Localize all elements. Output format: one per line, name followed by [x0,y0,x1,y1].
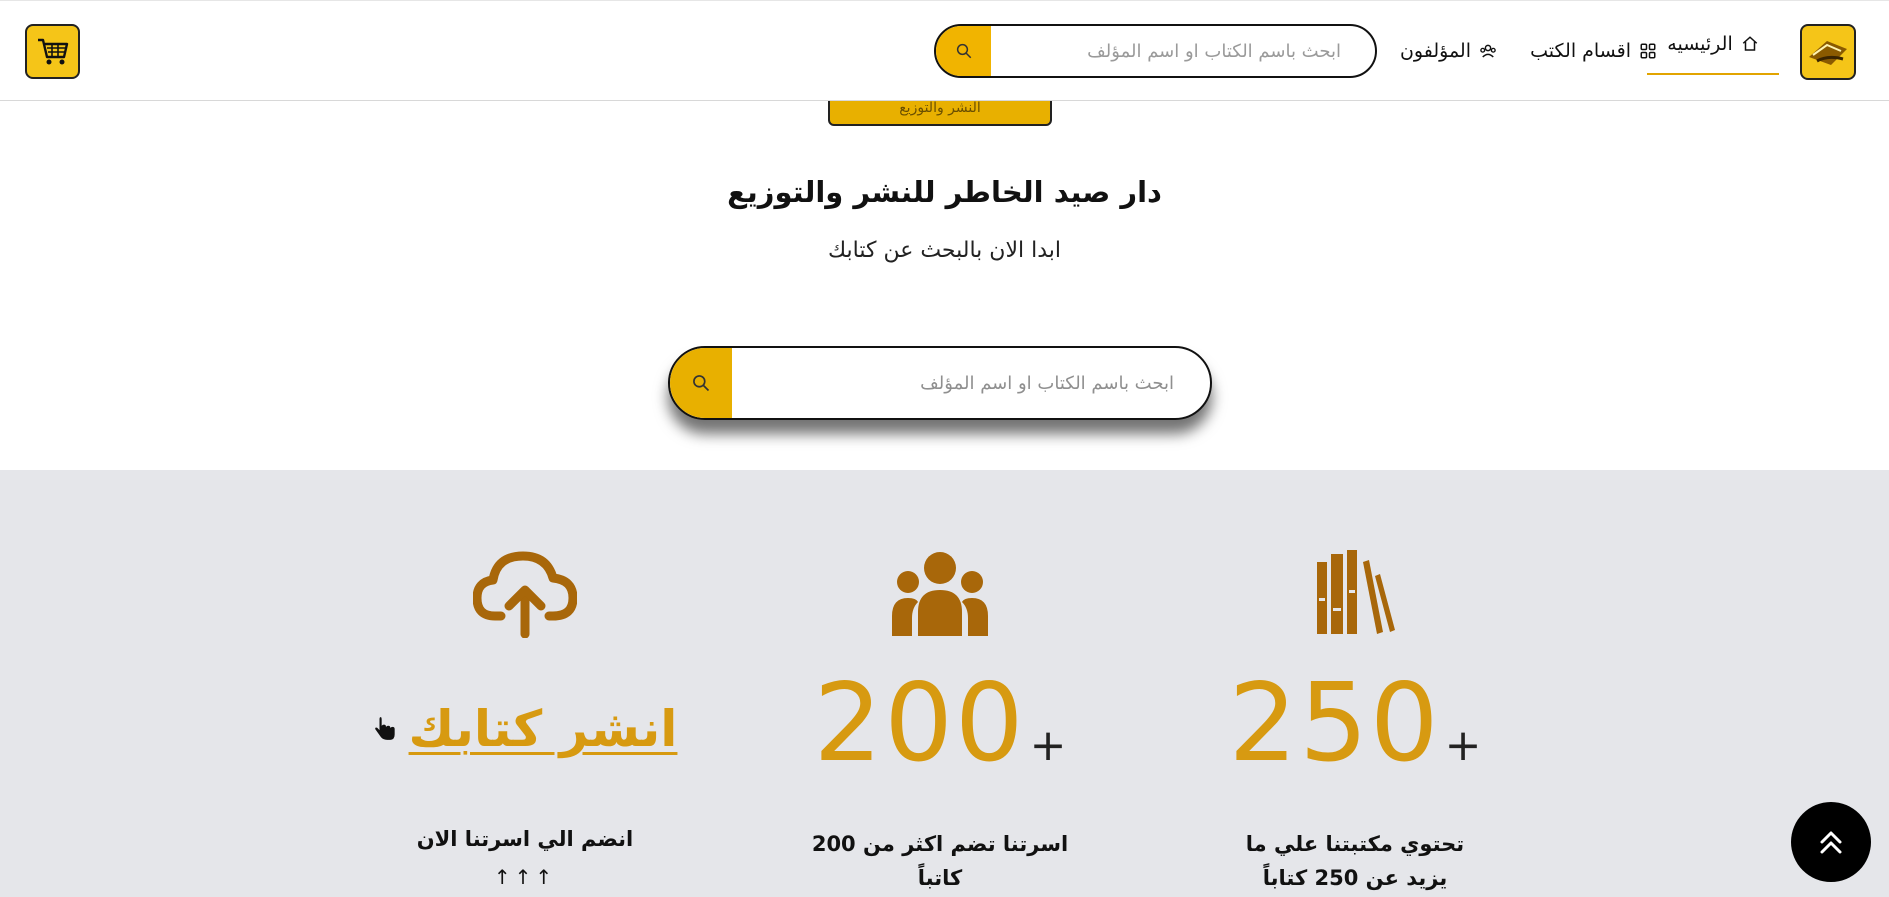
hero-search [668,346,1212,420]
cloud-upload-icon [473,551,577,638]
double-chevron-up-icon [1820,831,1842,854]
authors-count: 200 [813,661,1026,786]
search-icon [693,375,710,392]
grid-icon [1640,43,1656,59]
authors-caption-line1: اسرتنا تضم اكثر من 200 [811,832,1069,856]
publish-caption: انضم الي اسرتنا الان [416,827,634,851]
books-icon [1317,550,1395,634]
authors-plus: + [1029,720,1067,771]
header: الرئيسيه اقسام الكتب المؤلفون [0,0,1889,101]
people-icon [1480,44,1496,58]
home-icon [1742,36,1757,51]
header-search-button[interactable] [936,26,991,76]
hero-subtitle: ابدا الان بالبحث عن كتابك [827,238,1061,263]
nav-categories-label: اقسام الكتب [1530,40,1631,62]
authors-caption-line2: كاتباً [917,866,963,890]
nav-home-label: الرئيسيه [1667,33,1733,55]
hero-search-button[interactable] [670,348,732,418]
header-search-input[interactable] [991,26,1375,76]
site-logo[interactable] [1800,24,1856,80]
hero-title: دار صيد الخاطر للنشر والتوزيع [727,175,1162,209]
logo-icon [1806,35,1850,69]
pointer-hand-icon [374,717,395,740]
hero-search-input[interactable] [732,348,1210,418]
nav-categories[interactable]: اقسام الكتب [1530,31,1657,71]
books-caption-line2: يزيد عن 250 كتاباً [1262,866,1448,890]
users-icon [892,552,988,636]
scroll-to-top-button[interactable] [1791,802,1871,882]
nav-authors[interactable]: المؤلفون [1400,31,1497,71]
search-icon [956,43,971,59]
stats-section: 250 + تحتوي مكتبتنا علي ما يزيد عن 250 ك… [0,470,1889,897]
books-plus: + [1444,720,1482,771]
nav-authors-label: المؤلفون [1399,40,1471,62]
books-caption-line1: تحتوي مكتبتنا علي ما [1245,832,1465,856]
cart-icon [37,38,68,64]
books-count: 250 [1228,661,1441,786]
header-search [934,24,1377,78]
publish-distribute-label: النشر والتوزيع [899,100,981,116]
publish-book-link[interactable]: انشر كتابك [409,700,678,758]
up-arrows: ↑↑↑ [493,865,557,889]
nav-home[interactable]: الرئيسيه [1647,25,1779,75]
cart-button[interactable] [25,24,80,79]
